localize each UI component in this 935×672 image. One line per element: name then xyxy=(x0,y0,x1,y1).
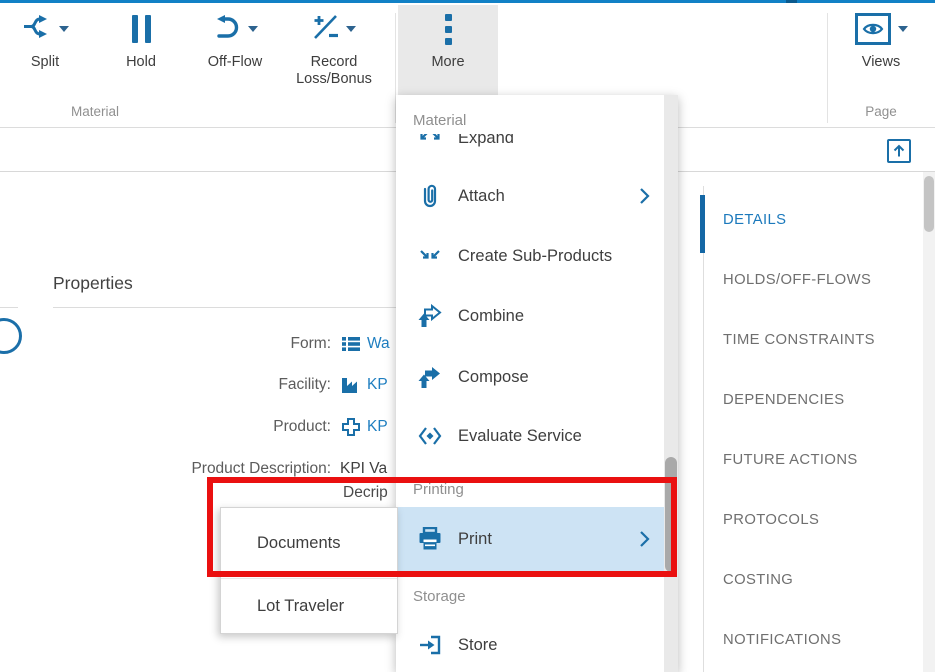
record-caret-down-icon[interactable] xyxy=(346,26,356,32)
menu-scrollbar-thumb[interactable] xyxy=(665,457,677,572)
offflow-button[interactable]: Off-Flow xyxy=(188,5,282,95)
menu-item-store[interactable]: Store xyxy=(396,623,664,667)
menu-scrollbar-track[interactable] xyxy=(664,95,678,672)
eye-icon xyxy=(855,13,891,45)
more-button[interactable]: More xyxy=(398,5,498,95)
factory-icon xyxy=(340,376,362,394)
menu-item-combine[interactable]: Combine xyxy=(396,294,664,338)
product-cross-icon xyxy=(340,417,362,437)
views-button-label: Views xyxy=(862,54,900,71)
sidebar-item-details[interactable]: DETAILS xyxy=(723,212,918,236)
split-caret-down-icon[interactable] xyxy=(59,26,69,32)
menu-item-label: Store xyxy=(458,636,497,655)
menu-item-label: Compose xyxy=(458,368,529,387)
menu-item-print[interactable]: Print xyxy=(396,507,664,571)
menu-item-label: Print xyxy=(458,530,492,549)
menu-section-header-printing: Printing xyxy=(396,481,664,498)
menu-item-label: Create Sub-Products xyxy=(458,247,612,266)
menu-section-header-material: Material xyxy=(396,95,664,134)
sidebar-item-future-actions[interactable]: FUTURE ACTIONS xyxy=(723,452,918,476)
material-group-label: Material xyxy=(55,104,135,119)
sidebar-item-time-constraints[interactable]: TIME CONSTRAINTS xyxy=(723,332,918,356)
menu-item-evaluate-service[interactable]: Evaluate Service xyxy=(396,414,664,458)
partial-description-text: Decrip xyxy=(343,484,388,502)
more-button-label: More xyxy=(431,54,464,71)
undo-arrow-icon xyxy=(213,14,241,45)
form-value-link[interactable]: Wa xyxy=(367,335,390,353)
offflow-button-label: Off-Flow xyxy=(208,54,263,71)
split-icon xyxy=(22,13,52,45)
views-button[interactable]: Views xyxy=(834,5,928,95)
menu-item-create-sub-products[interactable]: Create Sub-Products xyxy=(396,234,664,278)
sidebar-item-protocols[interactable]: PROTOCOLS xyxy=(723,512,918,536)
divider xyxy=(0,307,18,308)
facility-value-link[interactable]: KP xyxy=(367,376,388,394)
sidebar-item-notifications[interactable]: NOTIFICATIONS xyxy=(723,632,918,656)
evaluate-service-icon xyxy=(417,425,443,447)
menu-item-label: Attach xyxy=(458,187,505,206)
vertical-ellipsis-icon xyxy=(445,14,452,45)
page-group-label: Page xyxy=(845,104,917,119)
split-button[interactable]: Split xyxy=(8,5,82,95)
pause-icon xyxy=(132,15,151,43)
submenu-chevron-right-icon xyxy=(639,187,650,205)
combine-icon xyxy=(417,304,443,328)
menu-section-header-storage: Storage xyxy=(396,588,664,605)
list-icon xyxy=(340,336,362,352)
paperclip-icon xyxy=(417,183,443,209)
product-value-link[interactable]: KP xyxy=(367,418,388,436)
sidebar-item-costing[interactable]: COSTING xyxy=(723,572,918,596)
product-description-value: KPI Va xyxy=(340,460,387,478)
hold-button[interactable]: Hold xyxy=(104,5,178,95)
more-dropdown-menu: Expand Material Attach Create Sub-Produc… xyxy=(396,95,678,672)
printer-icon xyxy=(417,527,443,551)
facility-label: Facility: xyxy=(0,376,340,394)
product-description-label: Product Description: xyxy=(0,460,340,478)
record-button-label: Record Loss/Bonus xyxy=(282,54,386,88)
product-label: Product: xyxy=(0,418,340,436)
store-icon xyxy=(417,634,443,656)
sidebar-divider xyxy=(703,186,704,672)
page-scrollbar-track[interactable] xyxy=(923,172,935,672)
menu-item-label: Evaluate Service xyxy=(458,427,582,446)
export-up-icon[interactable] xyxy=(887,139,911,163)
print-submenu: Documents Lot Traveler xyxy=(220,507,398,634)
submenu-item-lot-traveler[interactable]: Lot Traveler xyxy=(221,578,397,633)
plus-minus-icon xyxy=(312,14,339,45)
menu-item-attach[interactable]: Attach xyxy=(396,174,664,218)
form-label: Form: xyxy=(0,335,340,353)
toolbar-separator xyxy=(827,13,828,123)
menu-item-compose[interactable]: Compose xyxy=(396,355,664,399)
submenu-chevron-right-icon xyxy=(639,530,650,548)
compose-icon xyxy=(417,365,443,389)
sidebar-item-holds-off-flows[interactable]: HOLDS/OFF-FLOWS xyxy=(723,272,918,296)
submenu-item-documents[interactable]: Documents xyxy=(221,508,397,578)
page-scrollbar-thumb[interactable] xyxy=(924,176,934,232)
offflow-caret-down-icon[interactable] xyxy=(248,26,258,32)
hold-button-label: Hold xyxy=(126,54,156,71)
properties-title: Properties xyxy=(53,273,133,294)
sub-products-arrows-icon xyxy=(417,248,443,264)
split-button-label: Split xyxy=(31,54,59,71)
menu-item-label: Combine xyxy=(458,307,524,326)
views-caret-down-icon[interactable] xyxy=(898,26,908,32)
sidebar-item-dependencies[interactable]: DEPENDENCIES xyxy=(723,392,918,416)
active-nav-indicator xyxy=(700,195,705,253)
record-loss-bonus-button[interactable]: Record Loss/Bonus xyxy=(282,5,386,95)
